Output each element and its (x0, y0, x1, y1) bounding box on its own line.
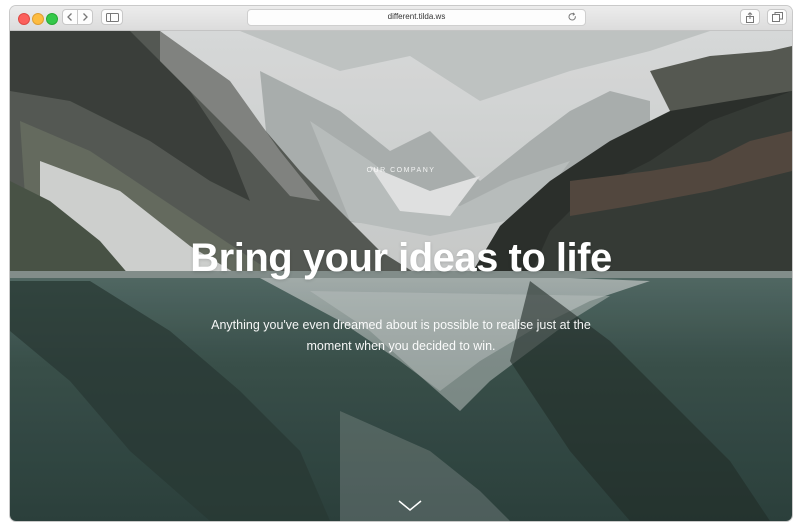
hero-subtitle: Anything you've even dreamed about is po… (211, 318, 591, 353)
show-tabs-button[interactable] (767, 9, 787, 25)
sidebar-toggle-button[interactable] (101, 9, 123, 25)
hero-headline: Bring your ideas to life (190, 236, 612, 280)
forward-button[interactable] (77, 9, 93, 25)
minimize-window-button[interactable] (32, 13, 44, 25)
browser-toolbar: different.tilda.ws (10, 6, 792, 31)
eyebrow-label: OUR COMPANY (366, 167, 436, 174)
back-button[interactable] (62, 9, 78, 25)
address-url: different.tilda.ws (387, 12, 446, 21)
page-content: OUR COMPANY Bring your ideas to life Any… (10, 31, 792, 521)
close-window-button[interactable] (18, 13, 30, 25)
share-button[interactable] (740, 9, 760, 25)
chevron-down-icon[interactable] (397, 499, 423, 513)
address-bar[interactable]: different.tilda.ws (247, 9, 586, 26)
zoom-window-button[interactable] (46, 13, 58, 25)
sidebar-icon (105, 12, 119, 22)
browser-window: different.tilda.ws OUR COMPANY Bring you… (10, 6, 792, 521)
chevron-left-icon (67, 13, 72, 21)
tabs-icon (771, 12, 783, 22)
reload-icon[interactable] (568, 12, 577, 22)
share-icon (746, 11, 754, 23)
chevron-right-icon (83, 13, 88, 21)
